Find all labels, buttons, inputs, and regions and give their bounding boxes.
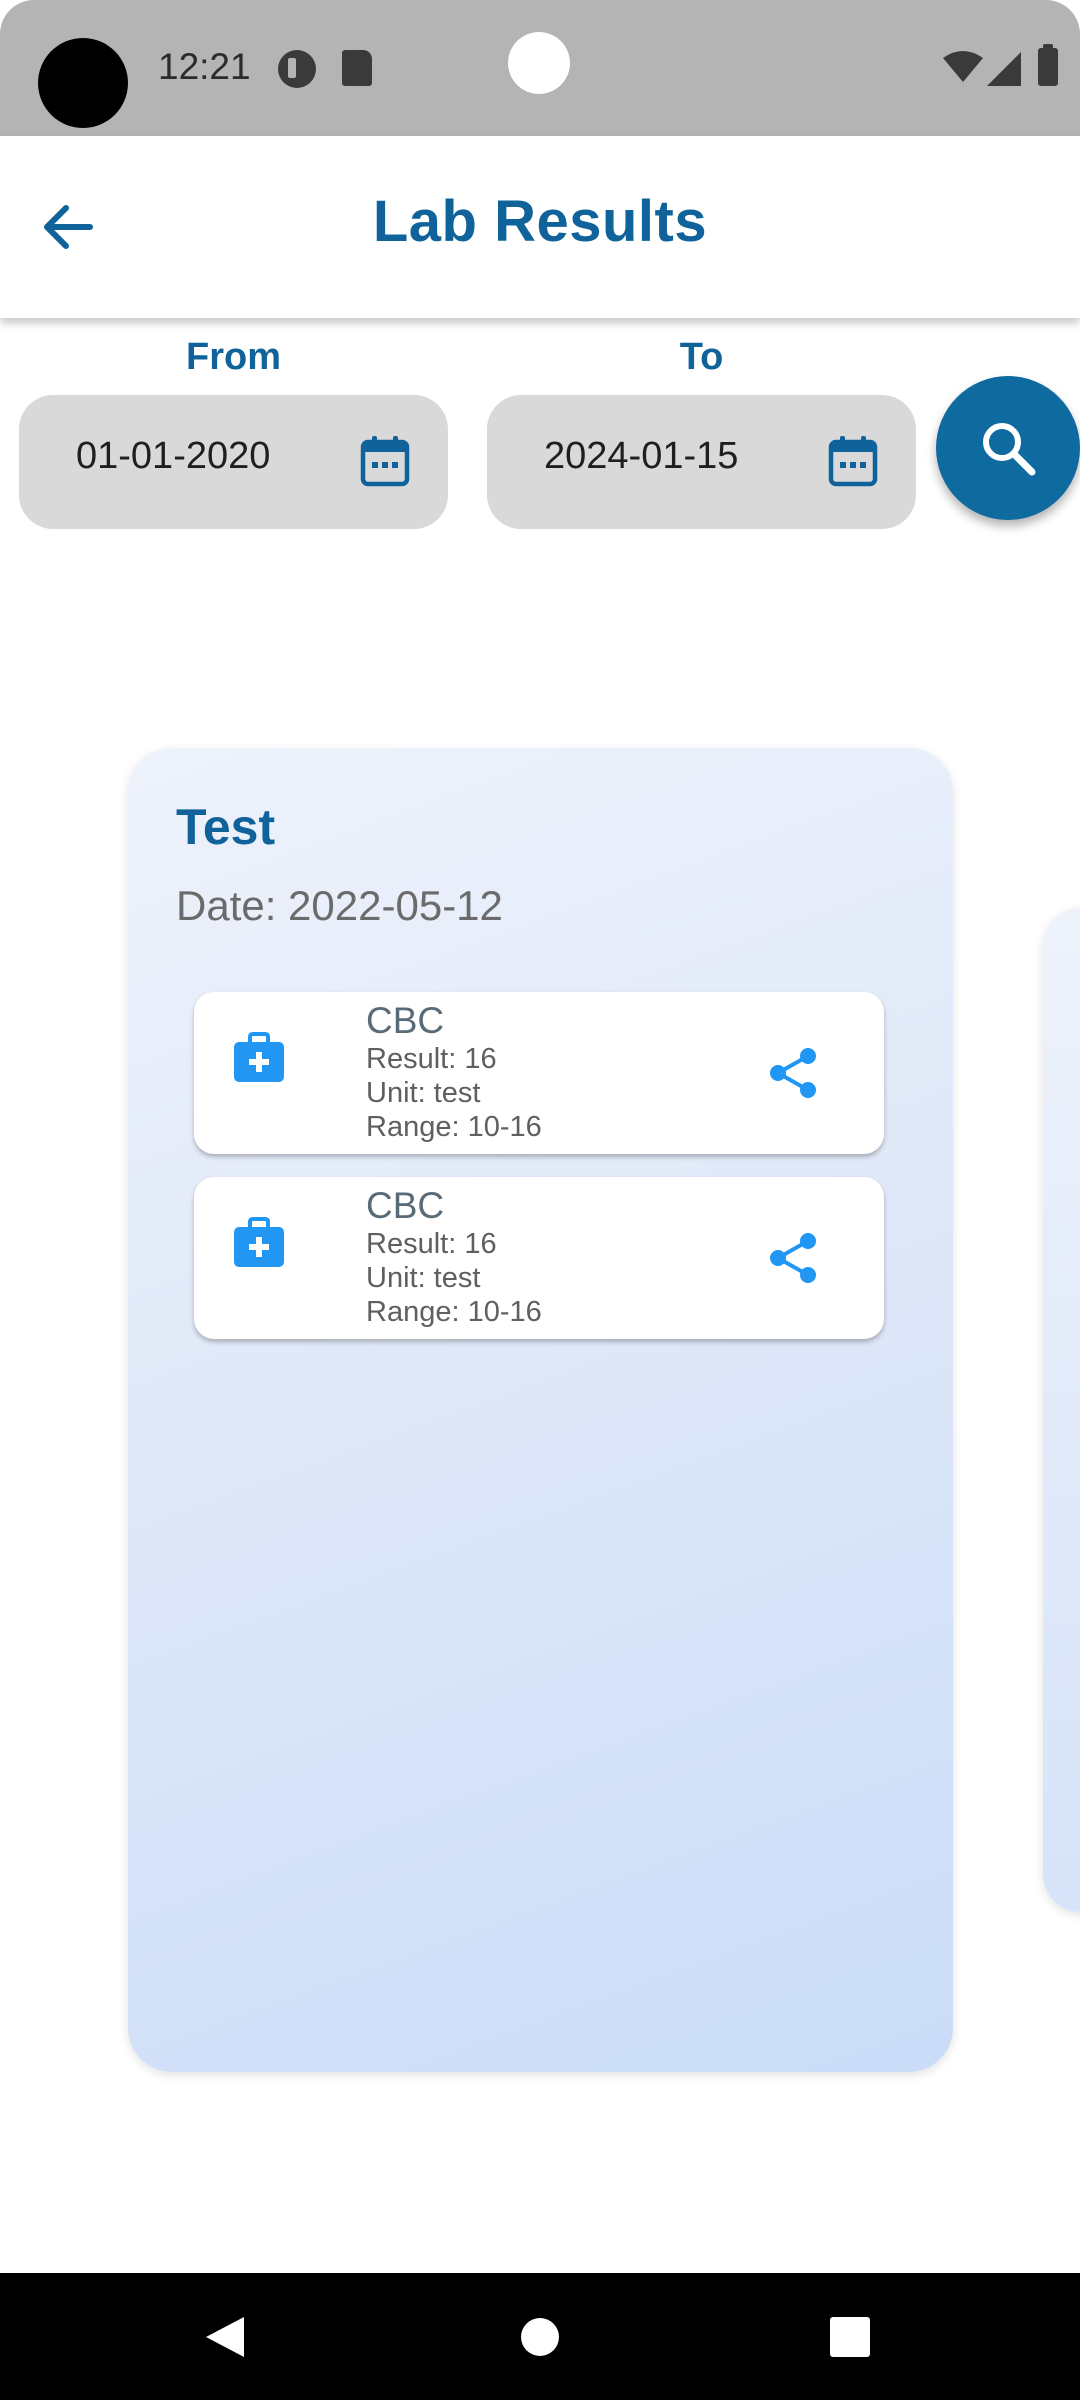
from-date-value: 01-01-2020 (76, 435, 271, 477)
calendar-icon[interactable] (360, 435, 410, 487)
app-bar: Lab Results (0, 136, 1080, 318)
medical-kit-icon (234, 1217, 284, 1267)
result-details: CBC Result: 16 Unit: test Range: 10-16 (366, 1000, 542, 1144)
next-card-peek[interactable] (1043, 908, 1080, 1912)
result-unit: Unit: test (366, 1262, 481, 1294)
to-label: To (679, 336, 724, 378)
lab-results-screen: 12:21 Lab Results From To 01-01-2020 202… (0, 0, 1080, 2400)
card-date: Date: 2022-05-12 (176, 882, 503, 929)
nav-recents-icon[interactable] (830, 2317, 870, 2357)
page-title: Lab Results (372, 189, 708, 254)
status-bar: 12:21 (0, 0, 1080, 136)
system-nav-bar (0, 2273, 1080, 2400)
sd-card-icon (342, 50, 372, 86)
from-label: From (186, 336, 281, 378)
result-item[interactable]: CBC Result: 16 Unit: test Range: 10-16 (194, 1177, 884, 1339)
from-date-field[interactable]: 01-01-2020 (19, 395, 448, 529)
nav-back-icon[interactable] (204, 2315, 246, 2359)
camera-cutout (38, 38, 128, 128)
test-name: CBC (366, 1185, 445, 1226)
result-value: Result: 16 (366, 1228, 497, 1260)
wifi-icon (943, 51, 983, 82)
result-item[interactable]: CBC Result: 16 Unit: test Range: 10-16 (194, 992, 884, 1154)
to-date-field[interactable]: 2024-01-15 (487, 395, 916, 529)
lab-result-card[interactable]: Test Date: 2022-05-12 CBC Result: 16 Uni… (128, 748, 953, 2072)
result-unit: Unit: test (366, 1077, 481, 1109)
card-title: Test (176, 799, 276, 855)
notification-icon (278, 50, 316, 88)
result-range: Range: 10-16 (366, 1296, 542, 1328)
status-time: 12:21 (158, 46, 251, 87)
medical-kit-icon (234, 1032, 284, 1082)
search-icon (983, 423, 1036, 476)
search-button[interactable] (936, 376, 1080, 520)
share-icon[interactable] (768, 1231, 818, 1285)
result-range: Range: 10-16 (366, 1111, 542, 1143)
signal-icon (987, 52, 1021, 86)
nav-home-icon[interactable] (521, 2318, 559, 2356)
result-value: Result: 16 (366, 1043, 497, 1075)
battery-icon (1038, 44, 1058, 86)
calendar-icon[interactable] (828, 435, 878, 487)
to-date-value: 2024-01-15 (544, 435, 739, 477)
test-name: CBC (366, 1000, 445, 1041)
status-center-dot (508, 32, 570, 94)
share-icon[interactable] (768, 1046, 818, 1100)
result-details: CBC Result: 16 Unit: test Range: 10-16 (366, 1185, 542, 1329)
